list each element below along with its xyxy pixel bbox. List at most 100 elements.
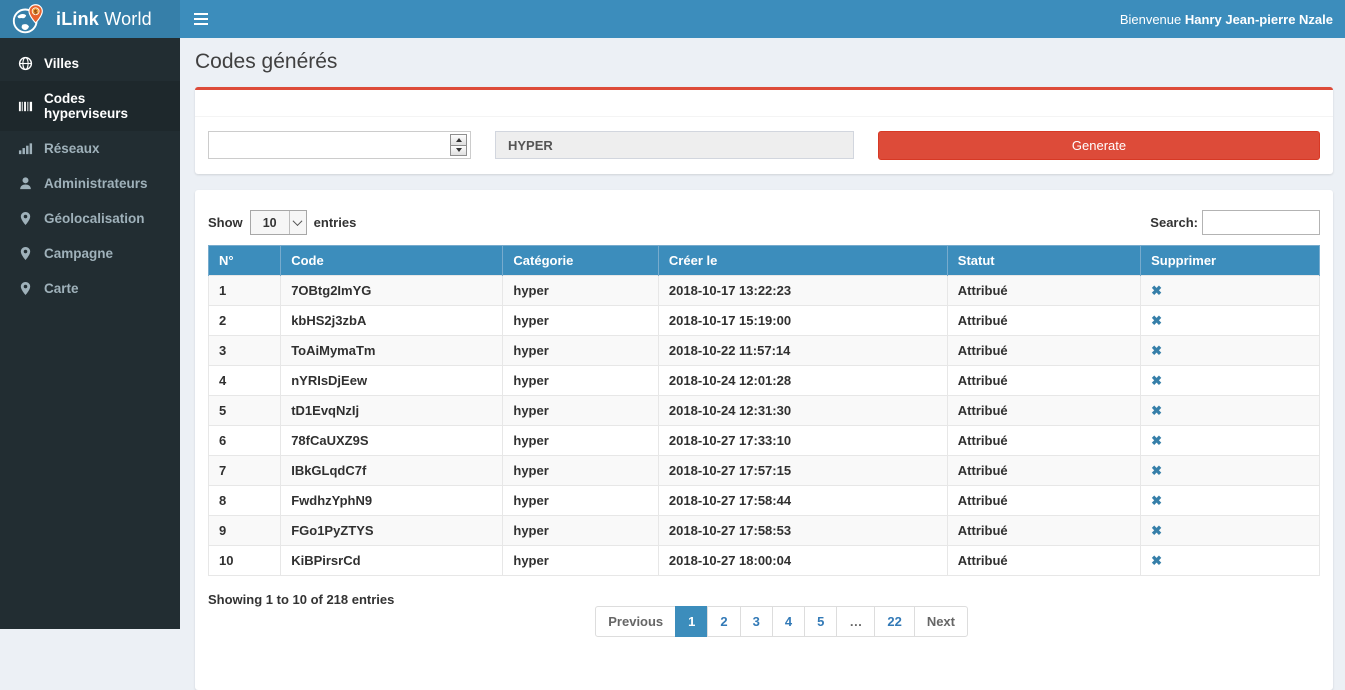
- sidebar-item-campagne[interactable]: Campagne: [0, 236, 180, 271]
- table-footer: Showing 1 to 10 of 218 entries Previous …: [208, 576, 1320, 637]
- sidebar-item-label: Campagne: [44, 246, 113, 261]
- cell-code: nYRIsDjEew: [281, 366, 503, 396]
- codes-table-panel: Show 10 entries Search: N° Code Catégori…: [195, 190, 1333, 690]
- table-row: 2 kbHS2j3zbA hyper 2018-10-17 15:19:00 A…: [209, 306, 1320, 336]
- cell-statut: Attribué: [947, 276, 1140, 306]
- pagination-next-button[interactable]: Next: [914, 606, 968, 637]
- cell-numero: 4: [209, 366, 281, 396]
- svg-text:$: $: [34, 8, 38, 15]
- delete-icon[interactable]: ✖: [1151, 554, 1162, 567]
- cell-numero: 6: [209, 426, 281, 456]
- main-content: Codes générés Generate Show 10: [180, 38, 1345, 690]
- cell-categorie: hyper: [503, 306, 659, 336]
- delete-icon[interactable]: ✖: [1151, 314, 1162, 327]
- column-header-categorie[interactable]: Catégorie: [503, 246, 659, 276]
- page-title: Codes générés: [195, 47, 1333, 77]
- panel-header: [195, 90, 1333, 117]
- cell-creer-le: 2018-10-27 17:57:15: [658, 456, 947, 486]
- column-header-code[interactable]: Code: [281, 246, 503, 276]
- sidebar-item-codes-hyperviseurs[interactable]: Codes hyperviseurs: [0, 81, 180, 131]
- pagination-page-3-button[interactable]: 3: [740, 606, 773, 637]
- quantity-input[interactable]: [209, 132, 450, 158]
- sidebar-item-label: Villes: [44, 56, 79, 71]
- top-navbar: Bienvenue Hanry Jean-pierre Nzale: [180, 0, 1345, 38]
- sidebar-item-geolocalisation[interactable]: Géolocalisation: [0, 201, 180, 236]
- hamburger-icon: [194, 13, 208, 25]
- cell-categorie: hyper: [503, 426, 659, 456]
- pagination-page-1-button[interactable]: 1: [675, 606, 708, 637]
- barcode-icon: [18, 99, 33, 114]
- cell-categorie: hyper: [503, 396, 659, 426]
- cell-code: 78fCaUXZ9S: [281, 426, 503, 456]
- cell-code: FwdhzYphN9: [281, 486, 503, 516]
- table-row: 3 ToAiMymaTm hyper 2018-10-22 11:57:14 A…: [209, 336, 1320, 366]
- sidebar-item-villes[interactable]: Villes: [0, 46, 180, 81]
- column-header-numero[interactable]: N°: [209, 246, 281, 276]
- cell-statut: Attribué: [947, 486, 1140, 516]
- cell-statut: Attribué: [947, 336, 1140, 366]
- triangle-down-icon: [456, 148, 462, 152]
- table-row: 1 7OBtg2ImYG hyper 2018-10-17 13:22:23 A…: [209, 276, 1320, 306]
- cell-code: KiBPirsrCd: [281, 546, 503, 576]
- cell-creer-le: 2018-10-24 12:31:30: [658, 396, 947, 426]
- cell-categorie: hyper: [503, 546, 659, 576]
- app-title: iLink World: [56, 9, 152, 30]
- pagination-page-5-button[interactable]: 5: [804, 606, 837, 637]
- chevron-down-icon: [293, 216, 303, 226]
- table-row: 7 IBkGLqdC7f hyper 2018-10-27 17:57:15 A…: [209, 456, 1320, 486]
- cell-code: ToAiMymaTm: [281, 336, 503, 366]
- generate-button[interactable]: Generate: [878, 131, 1320, 160]
- column-header-creer-le[interactable]: Créer le: [658, 246, 947, 276]
- cell-numero: 7: [209, 456, 281, 486]
- signal-bars-icon: [18, 141, 33, 156]
- sidebar-item-label: Géolocalisation: [44, 211, 145, 226]
- user-icon: [18, 176, 33, 191]
- pagination-previous-button[interactable]: Previous: [595, 606, 676, 637]
- cell-creer-le: 2018-10-27 17:58:53: [658, 516, 947, 546]
- column-header-statut[interactable]: Statut: [947, 246, 1140, 276]
- search-input[interactable]: [1202, 210, 1320, 235]
- cell-numero: 9: [209, 516, 281, 546]
- brand-logo[interactable]: $ iLink World: [0, 0, 180, 38]
- cell-numero: 2: [209, 306, 281, 336]
- cell-categorie: hyper: [503, 336, 659, 366]
- cell-numero: 1: [209, 276, 281, 306]
- stepper-down-button[interactable]: [451, 145, 466, 156]
- table-row: 4 nYRIsDjEew hyper 2018-10-24 12:01:28 A…: [209, 366, 1320, 396]
- page-length-select[interactable]: 10: [250, 210, 307, 235]
- pagination-page-2-button[interactable]: 2: [707, 606, 740, 637]
- triangle-up-icon: [456, 138, 462, 142]
- cell-categorie: hyper: [503, 276, 659, 306]
- delete-icon[interactable]: ✖: [1151, 524, 1162, 537]
- delete-icon[interactable]: ✖: [1151, 284, 1162, 297]
- search-label: Search:: [1150, 215, 1198, 230]
- sidebar-toggle-button[interactable]: [180, 0, 222, 38]
- stepper-up-button[interactable]: [451, 135, 466, 145]
- code-generator-panel: Generate: [195, 87, 1333, 174]
- delete-icon[interactable]: ✖: [1151, 494, 1162, 507]
- sidebar-item-carte[interactable]: Carte: [0, 271, 180, 306]
- sidebar-item-reseaux[interactable]: Réseaux: [0, 131, 180, 166]
- delete-icon[interactable]: ✖: [1151, 404, 1162, 417]
- sidebar-item-administrateurs[interactable]: Administrateurs: [0, 166, 180, 201]
- delete-icon[interactable]: ✖: [1151, 344, 1162, 357]
- map-marker-icon: [18, 211, 33, 226]
- delete-icon[interactable]: ✖: [1151, 464, 1162, 477]
- cell-categorie: hyper: [503, 516, 659, 546]
- sidebar-menu: Villes Codes hyperviseurs Réseaux: [0, 38, 180, 306]
- cell-creer-le: 2018-10-27 18:00:04: [658, 546, 947, 576]
- delete-icon[interactable]: ✖: [1151, 374, 1162, 387]
- pagination-page-22-button[interactable]: 22: [874, 606, 914, 637]
- cell-categorie: hyper: [503, 456, 659, 486]
- sidebar-item-label: Carte: [44, 281, 79, 296]
- pagination-page-4-button[interactable]: 4: [772, 606, 805, 637]
- column-header-supprimer[interactable]: Supprimer: [1141, 246, 1320, 276]
- cell-statut: Attribué: [947, 396, 1140, 426]
- sidebar-item-label: Réseaux: [44, 141, 100, 156]
- cell-numero: 8: [209, 486, 281, 516]
- delete-icon[interactable]: ✖: [1151, 434, 1162, 447]
- sidebar-item-label: Administrateurs: [44, 176, 148, 191]
- cell-statut: Attribué: [947, 456, 1140, 486]
- pagination-ellipsis: …: [836, 606, 875, 637]
- table-row: 8 FwdhzYphN9 hyper 2018-10-27 17:58:44 A…: [209, 486, 1320, 516]
